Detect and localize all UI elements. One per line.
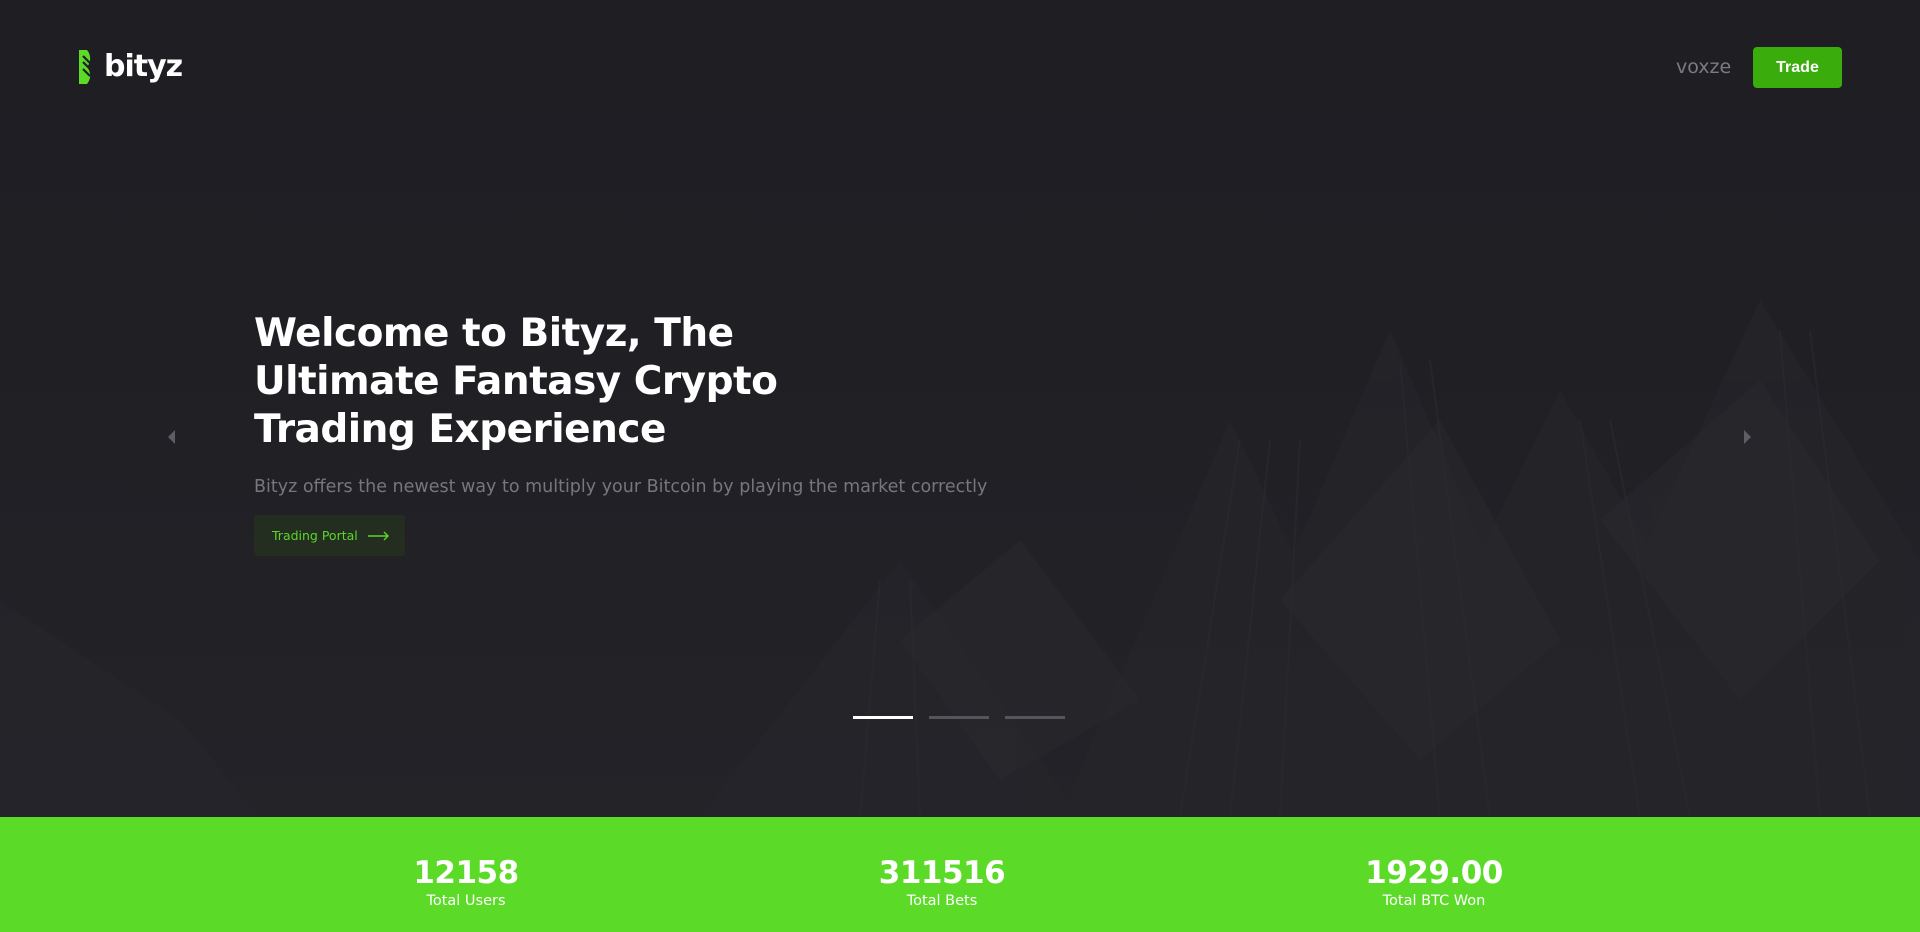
username-link[interactable]: voxze: [1676, 55, 1731, 79]
stat-value: 1929.00: [1365, 855, 1503, 891]
chevron-left-icon[interactable]: [165, 428, 179, 446]
hero-subtitle: Bityz offers the newest way to multiply …: [254, 477, 988, 497]
stat-total-users: 12158 Total Users: [346, 817, 586, 910]
trade-button[interactable]: Trade: [1753, 47, 1842, 88]
stat-label: Total BTC Won: [1382, 893, 1486, 909]
stat-value: 311516: [878, 855, 1006, 891]
carousel-dot-2[interactable]: [929, 716, 989, 719]
carousel-indicators: [853, 716, 1065, 719]
stats-bar: 12158 Total Users 311516 Total Bets 1929…: [0, 817, 1920, 932]
carousel-dot-1[interactable]: [853, 716, 913, 719]
top-navbar: bityz voxze Trade: [0, 0, 1920, 134]
stat-value: 12158: [413, 855, 519, 891]
hero-content: Welcome to Bityz, The Ultimate Fantasy C…: [254, 310, 1154, 556]
bityz-logo-icon: [79, 50, 91, 84]
chevron-right-icon[interactable]: [1740, 428, 1754, 446]
hero-title: Welcome to Bityz, The Ultimate Fantasy C…: [254, 311, 778, 452]
carousel-dot-3[interactable]: [1005, 716, 1065, 719]
stat-label: Total Bets: [906, 893, 978, 909]
trading-portal-label: Trading Portal: [272, 527, 358, 543]
brand-logo[interactable]: bityz: [77, 49, 183, 84]
arrow-right-icon: [367, 531, 389, 540]
brand-name: bityz: [104, 49, 183, 84]
stat-total-btc-won: 1929.00 Total BTC Won: [1314, 817, 1554, 910]
trading-portal-button[interactable]: Trading Portal: [254, 515, 405, 556]
stat-label: Total Users: [426, 893, 506, 909]
stat-total-bets: 311516 Total Bets: [822, 817, 1062, 910]
hero-section: bityz voxze Trade Welcome to Bityz, The …: [0, 0, 1920, 817]
